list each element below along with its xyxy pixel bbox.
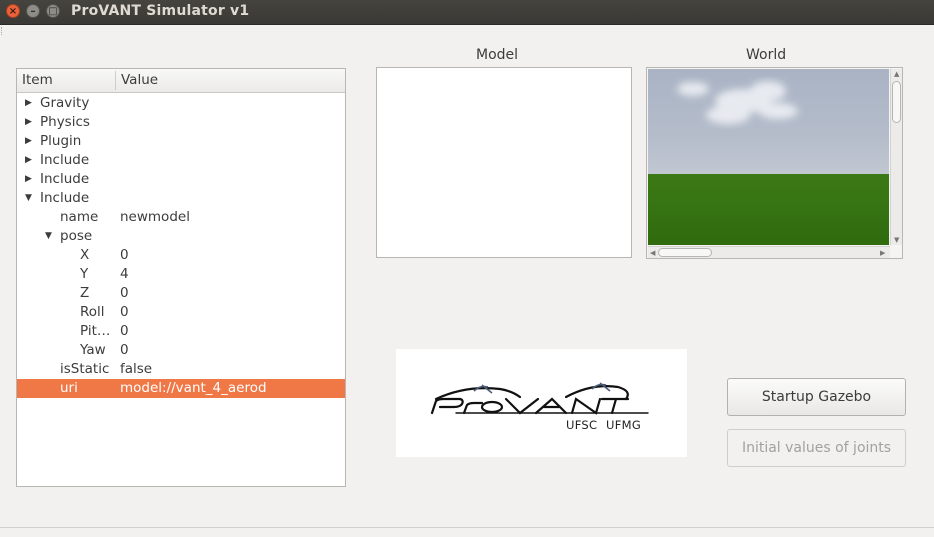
collapse-arrow-icon[interactable]: ▼ [45, 227, 52, 246]
scroll-left-icon[interactable]: ◀ [650, 249, 655, 257]
tree-row-uri[interactable]: uri model://vant_4_aerod [17, 379, 345, 398]
tree-row-key: Gravity [40, 95, 90, 111]
world-horizontal-scrollbar[interactable]: ◀ ▶ [648, 246, 890, 258]
tree-row-key: Include [40, 152, 90, 168]
tree-row-value[interactable]: 0 [120, 284, 129, 303]
world-label: World [746, 47, 787, 63]
tree-row-key: Z [80, 285, 90, 301]
tree-row-include-1[interactable]: ▶ Include [17, 151, 345, 170]
close-window-button[interactable]: × [6, 4, 20, 18]
tree-row-yaw[interactable]: Yaw 0 [17, 341, 345, 360]
expand-arrow-icon[interactable]: ▶ [25, 113, 32, 132]
title-bar: × – □ ProVANT Simulator v1 [0, 0, 934, 25]
tree-row-value[interactable]: 0 [120, 246, 129, 265]
tree-row-z[interactable]: Z 0 [17, 284, 345, 303]
scroll-up-icon[interactable]: ▲ [894, 70, 899, 78]
tree-row-value[interactable]: 0 [120, 322, 129, 341]
column-header-item[interactable]: Item [22, 72, 53, 88]
tree-header: Item Value [17, 69, 345, 93]
horizontal-scroll-thumb[interactable] [658, 248, 712, 257]
tree-row-value[interactable]: false [120, 360, 152, 379]
expand-arrow-icon[interactable]: ▶ [25, 94, 32, 113]
tree-row-key: Roll [80, 304, 105, 320]
tree-row-value[interactable]: newmodel [120, 208, 190, 227]
tree-row-include-2[interactable]: ▶ Include [17, 170, 345, 189]
startup-gazebo-button[interactable]: Startup Gazebo [727, 378, 906, 416]
expand-arrow-icon[interactable]: ▶ [25, 151, 32, 170]
ground-plane [648, 174, 889, 245]
tree-row-isstatic[interactable]: isStatic false [17, 360, 345, 379]
vertical-scroll-thumb[interactable] [892, 81, 901, 123]
tree-row-key: Y [80, 266, 89, 282]
tree-rows: ▶ Gravity ▶ Physics ▶ Plugin ▶ Include ▶… [17, 94, 345, 398]
tree-row-key: Physics [40, 114, 90, 130]
world-3d-scene[interactable] [648, 69, 889, 245]
tree-row-key: X [80, 247, 90, 263]
provant-logo: UFSC UFMG [396, 349, 687, 457]
tree-row-key: Plugin [40, 133, 82, 149]
tree-row-name[interactable]: name newmodel [17, 208, 345, 227]
tree-row-key: Pit… [80, 323, 111, 339]
tree-row-x[interactable]: X 0 [17, 246, 345, 265]
tree-row-key: pose [60, 228, 93, 244]
column-header-value[interactable]: Value [121, 72, 158, 88]
toolbar-grip[interactable] [1, 27, 5, 35]
world-view[interactable]: ▲ ▼ ◀ ▶ [646, 67, 903, 259]
tree-row-include-3[interactable]: ▼ Include [17, 189, 345, 208]
tree-row-gravity[interactable]: ▶ Gravity [17, 94, 345, 113]
window-title: ProVANT Simulator v1 [71, 3, 250, 19]
tree-row-physics[interactable]: ▶ Physics [17, 113, 345, 132]
minimize-window-button[interactable]: – [26, 4, 40, 18]
property-tree[interactable]: Item Value ▶ Gravity ▶ Physics ▶ Plugin … [16, 68, 346, 487]
tree-row-plugin[interactable]: ▶ Plugin [17, 132, 345, 151]
expand-arrow-icon[interactable]: ▶ [25, 132, 32, 151]
world-vertical-scrollbar[interactable]: ▲ ▼ [890, 69, 902, 245]
tree-row-value[interactable]: model://vant_4_aerod [120, 379, 267, 398]
logo-ufmg: UFMG [606, 418, 642, 432]
tree-row-pose[interactable]: ▼ pose [17, 227, 345, 246]
maximize-window-button[interactable]: □ [46, 4, 60, 18]
tree-row-key: Include [40, 171, 90, 187]
tree-row-key: Include [40, 190, 90, 206]
expand-arrow-icon[interactable]: ▶ [25, 170, 32, 189]
tree-row-roll[interactable]: Roll 0 [17, 303, 345, 322]
tree-row-y[interactable]: Y 4 [17, 265, 345, 284]
collapse-arrow-icon[interactable]: ▼ [25, 189, 32, 208]
model-preview[interactable] [376, 67, 632, 258]
tree-row-key: isStatic [60, 361, 110, 377]
tree-row-value[interactable]: 4 [120, 265, 129, 284]
tree-row-value[interactable]: 0 [120, 341, 129, 360]
tree-row-key: uri [60, 380, 78, 396]
initial-values-of-joints-button[interactable]: Initial values of joints [727, 429, 906, 467]
tree-row-key: name [60, 209, 99, 225]
status-bar-divider [0, 527, 934, 528]
tree-row-value[interactable]: 0 [120, 303, 129, 322]
scroll-down-icon[interactable]: ▼ [894, 236, 899, 244]
scroll-right-icon[interactable]: ▶ [880, 249, 885, 257]
provant-logo-graphic [430, 382, 649, 415]
model-label: Model [476, 47, 519, 63]
logo-ufsc: UFSC [566, 418, 598, 432]
column-separator[interactable] [115, 71, 116, 90]
tree-row-key: Yaw [80, 342, 106, 358]
tree-row-pitch[interactable]: Pit… 0 [17, 322, 345, 341]
